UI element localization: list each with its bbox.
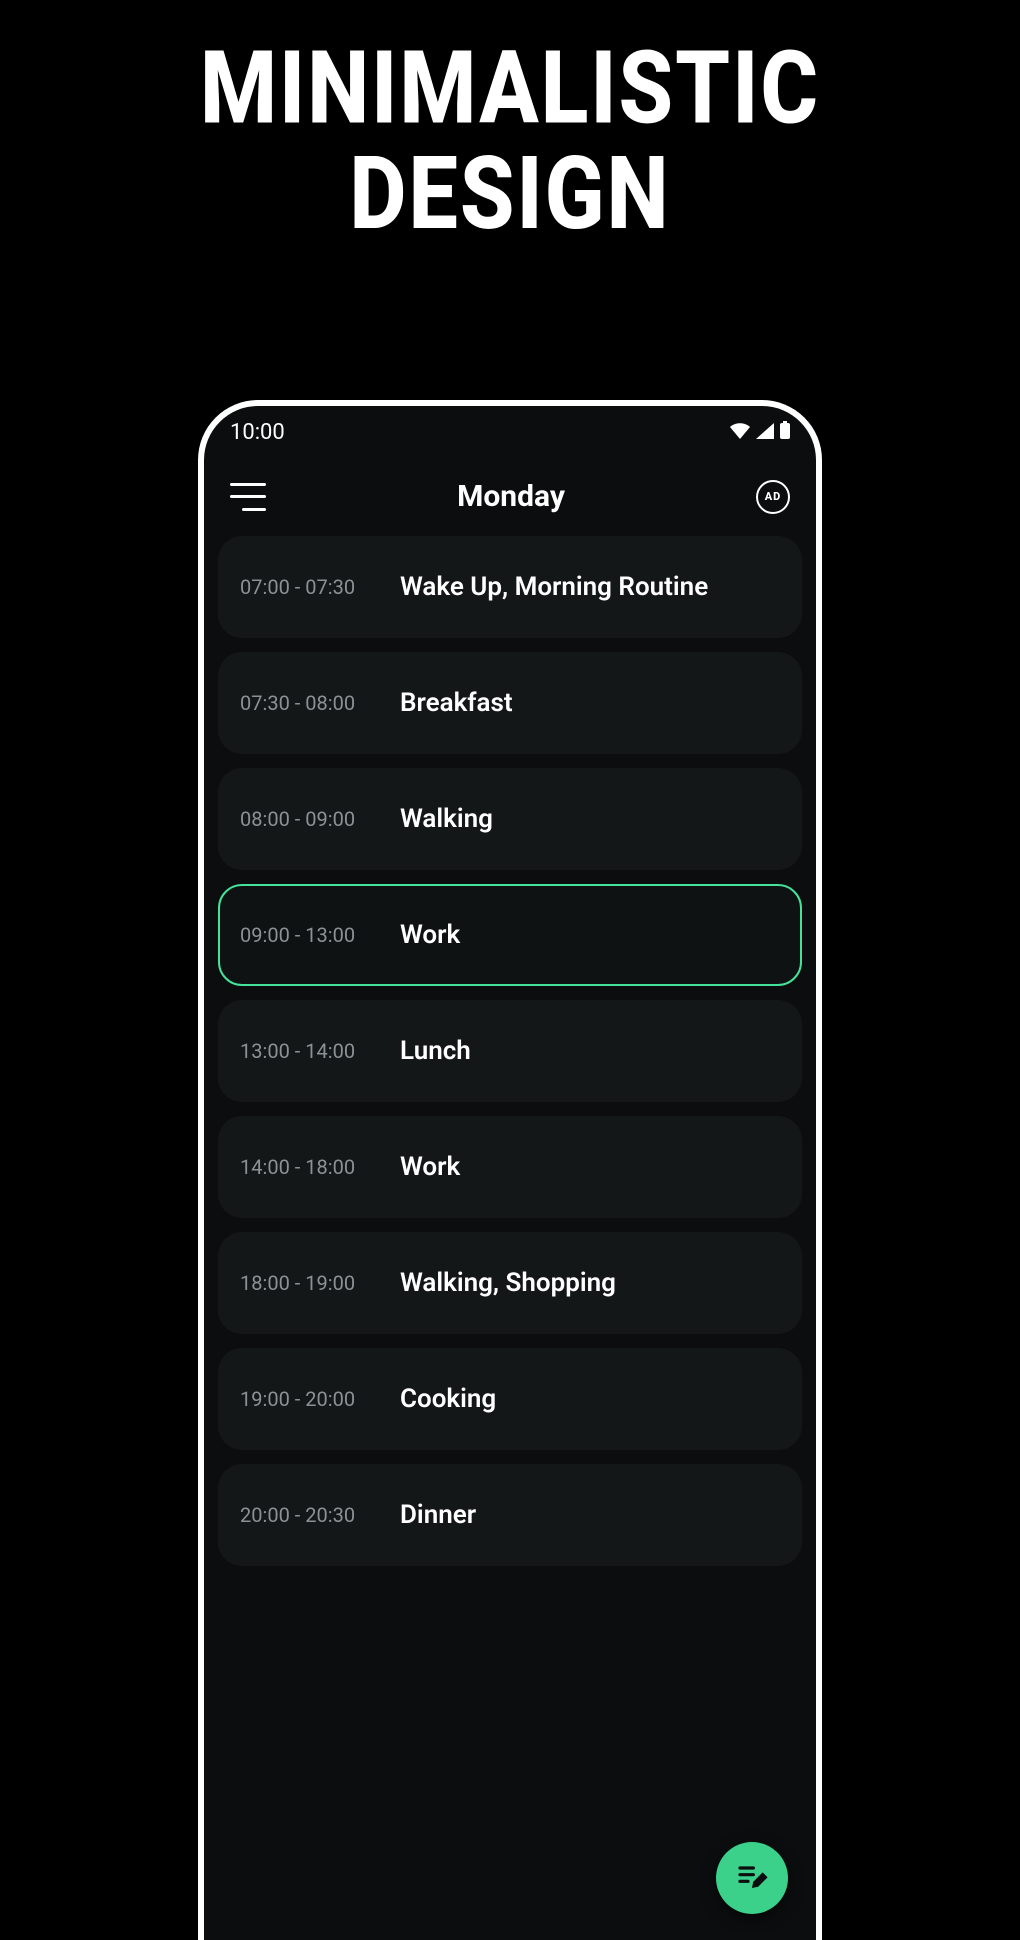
- edit-fab-button[interactable]: [716, 1842, 788, 1914]
- schedule-list: 07:00 - 07:30Wake Up, Morning Routine07:…: [204, 536, 816, 1566]
- menu-button[interactable]: [230, 483, 266, 511]
- schedule-row-label: Work: [400, 920, 460, 950]
- statusbar: 10:00: [204, 406, 816, 451]
- schedule-row-time: 13:00 - 14:00: [240, 1039, 400, 1063]
- schedule-row[interactable]: 14:00 - 18:00Work: [218, 1116, 802, 1218]
- schedule-row-time: 14:00 - 18:00: [240, 1155, 400, 1179]
- schedule-row-time: 19:00 - 20:00: [240, 1387, 400, 1411]
- schedule-row-label: Breakfast: [400, 688, 513, 718]
- schedule-row[interactable]: 08:00 - 09:00Walking: [218, 768, 802, 870]
- schedule-row-time: 20:00 - 20:30: [240, 1503, 400, 1527]
- schedule-row-label: Lunch: [400, 1036, 471, 1066]
- battery-icon: [780, 420, 790, 445]
- schedule-row-label: Dinner: [400, 1500, 476, 1530]
- schedule-row[interactable]: 18:00 - 19:00Walking, Shopping: [218, 1232, 802, 1334]
- signal-icon: [756, 420, 774, 445]
- schedule-row-label: Walking: [400, 804, 493, 834]
- schedule-row[interactable]: 20:00 - 20:30Dinner: [218, 1464, 802, 1566]
- schedule-row-time: 07:30 - 08:00: [240, 691, 400, 715]
- statusbar-time: 10:00: [230, 420, 285, 445]
- promo-title-line1: MINIMALISTIC: [0, 36, 1020, 142]
- statusbar-indicators: [730, 420, 790, 445]
- schedule-row[interactable]: 07:00 - 07:30Wake Up, Morning Routine: [218, 536, 802, 638]
- schedule-row-time: 09:00 - 13:00: [240, 923, 400, 947]
- topbar: Monday AD: [204, 451, 816, 536]
- menu-icon: [242, 508, 266, 511]
- edit-list-icon: [736, 1860, 768, 1896]
- ad-icon: AD: [765, 490, 782, 503]
- schedule-row-label: Cooking: [400, 1384, 496, 1414]
- menu-icon: [230, 483, 266, 486]
- schedule-row[interactable]: 13:00 - 14:00Lunch: [218, 1000, 802, 1102]
- schedule-row[interactable]: 09:00 - 13:00Work: [218, 884, 802, 986]
- wifi-icon: [730, 420, 750, 445]
- promo-title: MINIMALISTIC DESIGN: [0, 36, 1020, 248]
- schedule-row-label: Walking, Shopping: [400, 1268, 616, 1298]
- ad-button[interactable]: AD: [756, 480, 790, 514]
- schedule-row[interactable]: 07:30 - 08:00Breakfast: [218, 652, 802, 754]
- schedule-row-label: Work: [400, 1152, 460, 1182]
- schedule-row[interactable]: 19:00 - 20:00Cooking: [218, 1348, 802, 1450]
- schedule-row-time: 07:00 - 07:30: [240, 575, 400, 599]
- phone-frame: 10:00 Monday AD 07:00 - 07:30Wake Up, Mo…: [198, 400, 822, 1940]
- schedule-row-time: 18:00 - 19:00: [240, 1271, 400, 1295]
- menu-icon: [230, 495, 266, 498]
- schedule-row-time: 08:00 - 09:00: [240, 807, 400, 831]
- schedule-row-label: Wake Up, Morning Routine: [400, 572, 708, 602]
- promo-title-line2: DESIGN: [0, 142, 1020, 248]
- page-title: Monday: [457, 479, 565, 514]
